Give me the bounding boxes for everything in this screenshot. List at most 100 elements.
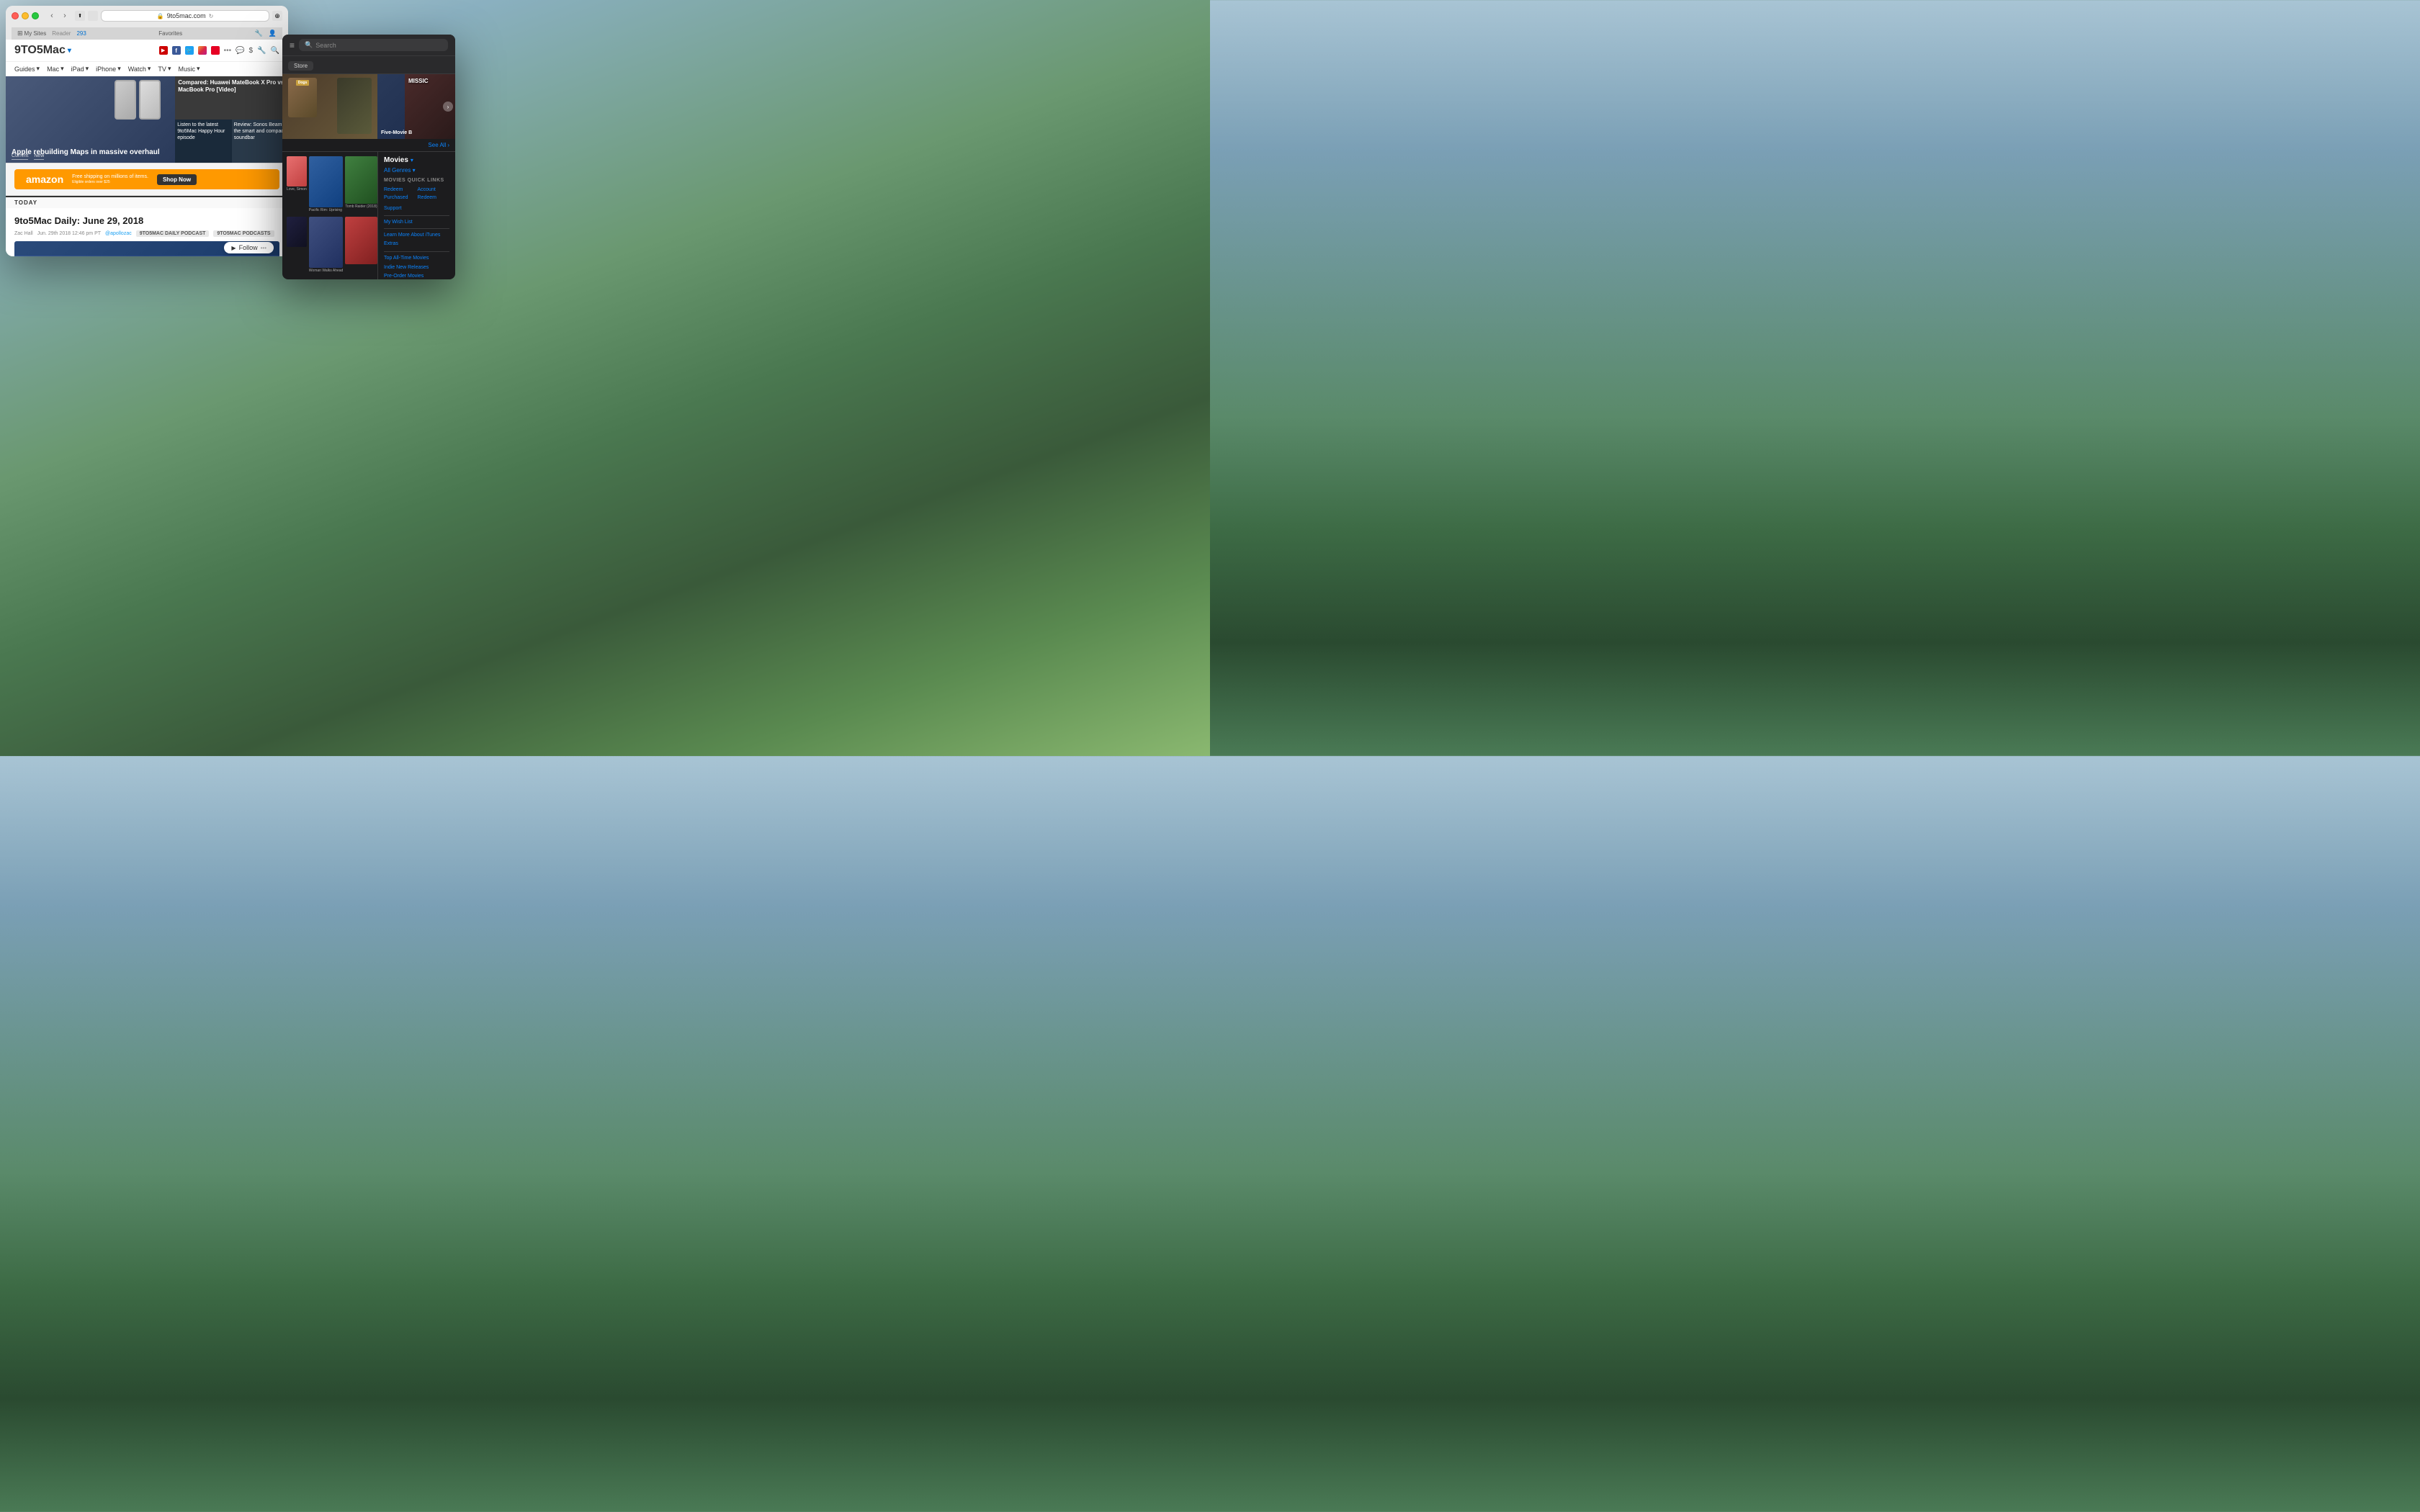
chat-icon[interactable]: 💬 — [236, 47, 244, 55]
hero-review-article[interactable]: Review: Sonos Beam, the smart and compac… — [232, 120, 288, 163]
hero-podcast-article[interactable]: Listen to the latest 9to5Mac Happy Hour … — [175, 120, 231, 163]
close-button[interactable] — [12, 12, 19, 19]
see-all-link[interactable]: See All › — [428, 142, 449, 148]
hero-top-right-article[interactable]: Compared: Huawei MateBook X Pro vs MacBo… — [175, 76, 288, 120]
itunes-main: Love, Simon Pacific Rim: Uprising Tomb R… — [282, 152, 455, 279]
safari-window: ‹ › ⬆ 🔒 9to5mac.com ↻ ⊕ ⊞ My Sites Reade… — [6, 6, 288, 256]
quick-link-support[interactable]: Support — [384, 204, 449, 212]
safari-tab-bar: ⊞ My Sites Reader 293 Favorites 🔧 👤 — [12, 27, 282, 40]
bookmark-icon[interactable] — [88, 11, 98, 21]
nav-item-ipad[interactable]: iPad▾ — [71, 65, 89, 73]
quick-link-redeem[interactable]: Redeem — [384, 186, 416, 194]
maximize-button[interactable] — [32, 12, 39, 19]
quick-link-indie[interactable]: Indie New Releases — [384, 264, 449, 273]
article-twitter[interactable]: @apollozac — [105, 231, 132, 236]
movies-title: Movies — [384, 156, 408, 164]
pacific-rim-label: Pacific Rim: Uprising — [309, 208, 344, 212]
blog-nav: Guides▾ Mac▾ iPad▾ StoreiPhone▾ Watch▾ T… — [6, 62, 288, 76]
quick-link-account[interactable]: Account — [418, 186, 450, 194]
tomb-raider-poster — [345, 156, 377, 204]
follow-label: Follow — [239, 244, 258, 251]
article-author: Zac Hall — [14, 231, 33, 236]
pinterest-icon[interactable] — [211, 46, 220, 55]
movie-item-4[interactable] — [287, 217, 307, 275]
nav-item-watch[interactable]: Watch▾ — [128, 65, 151, 73]
share-icon[interactable]: ⬆ — [75, 11, 85, 21]
article-tag-1[interactable]: 9TO5MAC DAILY PODCAST — [136, 230, 210, 237]
more-icon[interactable]: ••• — [224, 47, 232, 55]
amazon-ad[interactable]: amazon Free shipping on millions of item… — [14, 169, 279, 189]
movie-item-woman-walks[interactable]: Woman Walks Ahead — [309, 217, 344, 275]
movie-item-pacific-rim[interactable]: Pacific Rim: Uprising — [309, 156, 344, 215]
reader-label[interactable]: Reader — [52, 30, 71, 37]
love-simon-poster — [287, 156, 307, 186]
follow-bar[interactable]: ▶ Follow ••• — [224, 242, 274, 253]
quick-link-send-gift[interactable]: Redeem — [418, 194, 450, 202]
quick-link-learn-more[interactable]: Learn More About iTunes Extras — [384, 231, 449, 249]
nav-item-mac[interactable]: Mac▾ — [47, 65, 64, 73]
itunes-titlebar: ≡ 🔍 Search — [282, 35, 455, 56]
featured-right[interactable]: MISSIC › Five-Movie B — [377, 74, 455, 139]
blog-icons: ▶ f 🐦 ••• 💬 $ 🔧 🔍 — [159, 46, 279, 55]
woman-walks-poster — [309, 217, 344, 268]
youtube-icon[interactable]: ▶ — [159, 46, 168, 55]
instagram-icon[interactable] — [198, 46, 207, 55]
avatar-icon[interactable]: 👤 — [269, 30, 277, 37]
dollar-icon[interactable]: $ — [249, 47, 254, 55]
nav-item-iphone[interactable]: StoreiPhone▾ — [96, 65, 121, 73]
logo-dropdown[interactable]: ▾ — [68, 47, 71, 55]
hero-left[interactable]: Current New Apple rebuilding Maps in mas… — [6, 76, 175, 163]
blog-logo: 9TO5Mac ▾ — [14, 44, 71, 57]
quick-link-preorder[interactable]: Pre-Order Movies — [384, 272, 449, 279]
quick-link-my-wish-list[interactable]: My Wish List — [384, 218, 449, 226]
url-text: 9to5mac.com — [167, 12, 206, 19]
featured-nav-button[interactable]: › — [443, 102, 453, 112]
tomb-raider-label: Tomb Raider (2018) — [345, 204, 377, 209]
minimize-button[interactable] — [22, 12, 29, 19]
itunes-store-bar: Store — [282, 56, 455, 74]
itunes-window: ≡ 🔍 Search Store Dogs MISSIC › Five-Movi… — [282, 35, 455, 279]
quick-links-title: MOVIES QUICK LINKS — [384, 178, 449, 183]
nav-item-music[interactable]: Music▾ — [178, 65, 200, 73]
itunes-featured: Dogs MISSIC › Five-Movie B — [282, 74, 455, 139]
movie-6-poster — [345, 217, 377, 264]
store-button[interactable]: Store — [288, 61, 313, 71]
forward-button[interactable]: › — [59, 10, 71, 22]
divider-2 — [384, 228, 449, 229]
article-title[interactable]: 9to5Mac Daily: June 29, 2018 — [14, 215, 279, 228]
follow-more-icon[interactable]: ••• — [261, 245, 266, 251]
logo-text: 9TO5Mac — [14, 44, 66, 57]
shop-now-button[interactable]: Shop Now — [157, 174, 197, 185]
traffic-lights — [12, 12, 39, 19]
podcast-label: Listen to the latest 9to5Mac Happy Hour … — [177, 122, 229, 141]
facebook-icon[interactable]: f — [172, 46, 181, 55]
extension-icon[interactable]: 🔧 — [255, 30, 263, 37]
article-tag-2[interactable]: 9TO5MAC PODCASTS — [213, 230, 274, 237]
new-tab[interactable]: New — [34, 153, 44, 160]
movie-item-tomb-raider[interactable]: Tomb Raider (2018) — [345, 156, 377, 215]
current-tab[interactable]: Current — [12, 153, 28, 160]
twitter-icon[interactable]: 🐦 — [185, 46, 194, 55]
genres-dropdown[interactable]: All Genres ▾ — [384, 167, 449, 174]
itunes-search[interactable]: 🔍 Search — [299, 39, 448, 51]
nav-item-tv[interactable]: TV▾ — [158, 65, 171, 73]
new-tab-icon[interactable]: ⊕ — [272, 11, 282, 21]
address-bar[interactable]: 🔒 9to5mac.com ↻ — [101, 10, 269, 22]
hero-right: Compared: Huawei MateBook X Pro vs MacBo… — [175, 76, 288, 163]
back-button[interactable]: ‹ — [46, 10, 58, 22]
featured-left[interactable]: Dogs — [282, 74, 377, 139]
article-date: Jun. 29th 2018 12:46 pm PT — [37, 231, 101, 236]
movie-item-6[interactable] — [345, 217, 377, 275]
article-meta: Zac Hall Jun. 29th 2018 12:46 pm PT @apo… — [14, 230, 279, 237]
movie-item-love-simon[interactable]: Love, Simon — [287, 156, 307, 215]
safari-nav-buttons: ‹ › — [46, 10, 71, 22]
nav-item-guides[interactable]: Guides▾ — [14, 65, 40, 73]
itunes-menu-icon[interactable]: ≡ — [290, 40, 295, 50]
reader-count: 293 — [76, 30, 86, 37]
quick-link-purchased[interactable]: Purchased — [384, 194, 416, 202]
search-icon[interactable]: 🔍 — [271, 47, 279, 55]
divider-3 — [384, 251, 449, 252]
movies-dropdown[interactable]: ▾ — [411, 157, 413, 163]
settings-icon[interactable]: 🔧 — [257, 47, 266, 55]
quick-link-top-all-time[interactable]: Top All-Time Movies — [384, 254, 449, 264]
